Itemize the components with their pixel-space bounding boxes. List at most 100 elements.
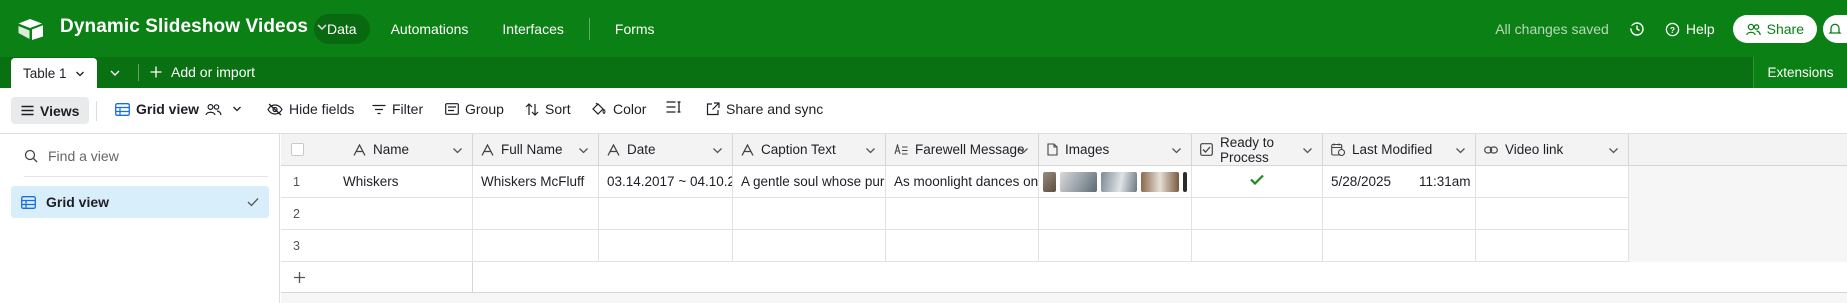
chevron-down-icon[interactable] [712, 145, 723, 156]
table-row-1-primary[interactable]: 1 Whiskers [281, 166, 473, 198]
add-or-import-label: Add or import [171, 64, 256, 80]
chevron-down-icon[interactable] [578, 145, 589, 156]
hide-fields-button[interactable]: Hide fields [267, 101, 354, 117]
image-thumbnail[interactable] [1100, 171, 1137, 192]
add-field-header[interactable] [1629, 134, 1847, 166]
cell-last-modified[interactable] [1323, 230, 1476, 262]
nav-forms[interactable]: Forms [602, 14, 668, 44]
extensions-button[interactable]: Extensions [1753, 57, 1847, 88]
image-thumbnail[interactable] [1140, 171, 1180, 192]
add-record-button[interactable] [281, 262, 473, 293]
cell-name: Whiskers [343, 174, 399, 189]
table-row-2-primary[interactable]: 2 [281, 198, 473, 230]
column-header-ready-to-process[interactable]: Ready to Process [1192, 134, 1323, 166]
cell-ready-to-process[interactable] [1192, 230, 1323, 262]
column-header-caption-text[interactable]: Caption Text [733, 134, 886, 166]
link-icon [1484, 145, 1498, 154]
cell-date[interactable] [599, 198, 733, 230]
cell-images[interactable] [1039, 166, 1192, 198]
help-label: Help [1685, 21, 1715, 37]
cell-ready-to-process[interactable] [1192, 166, 1323, 198]
cell-ready-to-process[interactable] [1192, 198, 1323, 230]
cell-full-name[interactable]: Whiskers McFluff [473, 166, 599, 198]
table-row-3-primary[interactable]: 3 [281, 230, 473, 262]
cell-farewell-message[interactable] [886, 230, 1039, 262]
nav-data[interactable]: Data [314, 14, 370, 44]
nav-automations[interactable]: Automations [378, 14, 482, 44]
filter-label: Filter [392, 101, 424, 117]
chevron-down-icon[interactable] [75, 69, 85, 79]
column-header-date[interactable]: Date [599, 134, 733, 166]
column-header-name[interactable]: Name [353, 142, 409, 157]
records-grid: Name Full Name Date Caption Text Farewel… [281, 134, 1847, 303]
cell-last-modified[interactable]: 5/28/2025 11:31am [1323, 166, 1476, 198]
view-switcher[interactable]: Grid view [115, 101, 242, 117]
all-tables-chevron-icon[interactable] [109, 67, 121, 79]
image-thumbnail[interactable] [1043, 171, 1057, 192]
chevron-down-icon[interactable] [1455, 145, 1466, 156]
long-text-icon [894, 144, 908, 155]
cell-date[interactable]: 03.14.2017 ~ 04.10.2025 [599, 166, 733, 198]
column-header-video-link[interactable]: Video link [1476, 134, 1629, 166]
chevron-down-icon[interactable] [1608, 145, 1619, 156]
image-thumbnail[interactable] [1183, 171, 1187, 192]
column-header-last-modified[interactable]: Last Modified [1323, 134, 1476, 166]
hide-fields-label: Hide fields [289, 101, 355, 117]
find-view-search[interactable]: Find a view [24, 148, 119, 164]
share-button[interactable]: Share [1732, 15, 1817, 43]
row-height-icon [666, 101, 681, 113]
share-and-sync-button[interactable]: Share and sync [706, 101, 823, 117]
cell-caption-text[interactable] [733, 198, 886, 230]
text-field-icon [353, 143, 366, 156]
cell-images[interactable] [1039, 198, 1192, 230]
add-or-import-button[interactable]: Add or import [150, 64, 255, 80]
cell-last-modified[interactable] [1323, 198, 1476, 230]
cell-caption-text[interactable] [733, 230, 886, 262]
column-header-farewell-message[interactable]: Farewell Message [886, 134, 1039, 166]
help-button[interactable]: ? Help [1665, 21, 1715, 37]
group-button[interactable]: Group [445, 101, 504, 117]
sort-button[interactable]: Sort [525, 101, 571, 117]
cell-farewell-message[interactable]: As moonlight dances on th... [886, 166, 1039, 198]
cell-video-link[interactable] [1476, 230, 1629, 262]
chevron-down-icon[interactable] [452, 145, 463, 156]
tab-table-1[interactable]: Table 1 [11, 58, 97, 89]
base-name-menu[interactable]: Dynamic Slideshow Videos [60, 16, 328, 38]
cell-caption-text[interactable]: A gentle soul whose purrs ... [733, 166, 886, 198]
filter-button[interactable]: Filter [372, 101, 423, 117]
cell-date[interactable] [599, 230, 733, 262]
column-label: Full Name [501, 142, 563, 157]
column-label: Date [627, 142, 656, 157]
nav-interfaces[interactable]: Interfaces [489, 14, 576, 44]
cell-full-name[interactable] [473, 230, 599, 262]
plus-icon [150, 66, 162, 78]
chevron-down-icon[interactable] [865, 145, 876, 156]
column-header-images[interactable]: Images [1039, 134, 1192, 166]
views-toggle-button[interactable]: Views [11, 97, 90, 124]
sidebar-view-label: Grid view [46, 194, 110, 210]
chevron-down-icon[interactable] [1018, 145, 1029, 156]
cell-images[interactable] [1039, 230, 1192, 262]
column-label: Images [1065, 142, 1110, 157]
row-height-button[interactable] [666, 101, 682, 113]
sidebar-view-grid[interactable]: Grid view [11, 186, 269, 218]
chevron-down-icon[interactable] [1171, 145, 1182, 156]
select-all-checkbox[interactable] [291, 143, 304, 156]
row-number: 1 [293, 174, 300, 189]
column-label: Farewell Message [915, 142, 1025, 157]
last-modified-date: 5/28/2025 [1331, 174, 1392, 189]
header-actions: All changes saved ? Help Share [1495, 14, 1847, 44]
history-icon[interactable] [1629, 21, 1645, 37]
airtable-logo-icon[interactable] [18, 18, 44, 40]
cell-video-link[interactable] [1476, 166, 1629, 198]
cell-full-name[interactable] [473, 198, 599, 230]
image-thumbnail[interactable] [1060, 171, 1097, 192]
cell-farewell-message[interactable] [886, 198, 1039, 230]
chevron-down-icon[interactable] [1302, 145, 1313, 156]
column-header-full-name[interactable]: Full Name [473, 134, 599, 166]
column-label: Caption Text [761, 142, 836, 157]
notifications-button[interactable] [1823, 15, 1847, 43]
color-button[interactable]: Color [591, 101, 646, 117]
cell-video-link[interactable] [1476, 198, 1629, 230]
column-label: Name [373, 142, 410, 157]
